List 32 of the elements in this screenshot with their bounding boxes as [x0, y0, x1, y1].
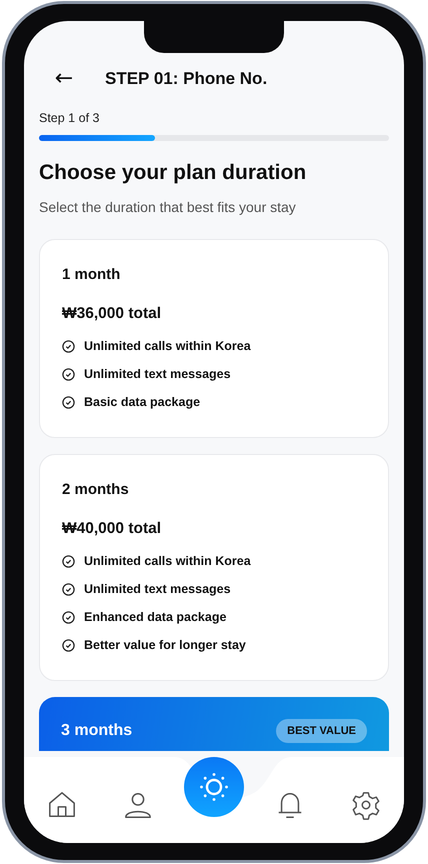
plan-card[interactable]: 3 months BEST VALUE [39, 697, 389, 751]
feature-text: Unlimited calls within Korea [84, 553, 251, 569]
profile-icon[interactable] [123, 790, 153, 820]
sun-icon [198, 771, 230, 803]
feature-text: Unlimited text messages [84, 581, 231, 597]
feature-text: Enhanced data package [84, 609, 226, 625]
check-circle-icon [62, 582, 75, 596]
plan-duration: 2 months [62, 481, 129, 498]
plan-card[interactable]: 2 months ₩40,000 total Unlimited calls within Korea Unlimited text messages Enhanced data package Better value for longer stay [39, 454, 389, 681]
best-value-badge: BEST VALUE [276, 719, 367, 743]
step-label: Step 1 of 3 [39, 111, 100, 125]
settings-icon[interactable] [351, 790, 381, 820]
plan-price: ₩36,000 total [62, 305, 162, 323]
feature-text: Unlimited text messages [84, 366, 231, 382]
plan-price: ₩40,000 total [62, 520, 162, 538]
check-circle-icon [62, 638, 75, 652]
feature-text: Unlimited calls within Korea [84, 338, 251, 354]
subtitle: Select the duration that best fits your stay [39, 199, 296, 215]
check-circle-icon [62, 368, 75, 380]
check-circle-icon [62, 340, 75, 352]
feature-text: Basic data package [84, 394, 200, 410]
check-circle-icon [62, 554, 75, 568]
plan-card[interactable]: 1 month ₩36,000 total Unlimited calls within Korea Unlimited text messages Basic data package [39, 239, 389, 438]
plan-duration: 1 month [62, 266, 120, 283]
check-circle-icon [62, 610, 75, 624]
plan-duration: 3 months [61, 722, 132, 740]
back-button[interactable]: ← [51, 65, 77, 93]
check-circle-icon [62, 396, 75, 408]
heading: Choose your plan duration [39, 161, 306, 185]
home-icon[interactable] [47, 790, 77, 820]
feature-text: Better value for longer stay [84, 637, 246, 653]
page-title: STEP 01: Phone No. [105, 69, 268, 89]
